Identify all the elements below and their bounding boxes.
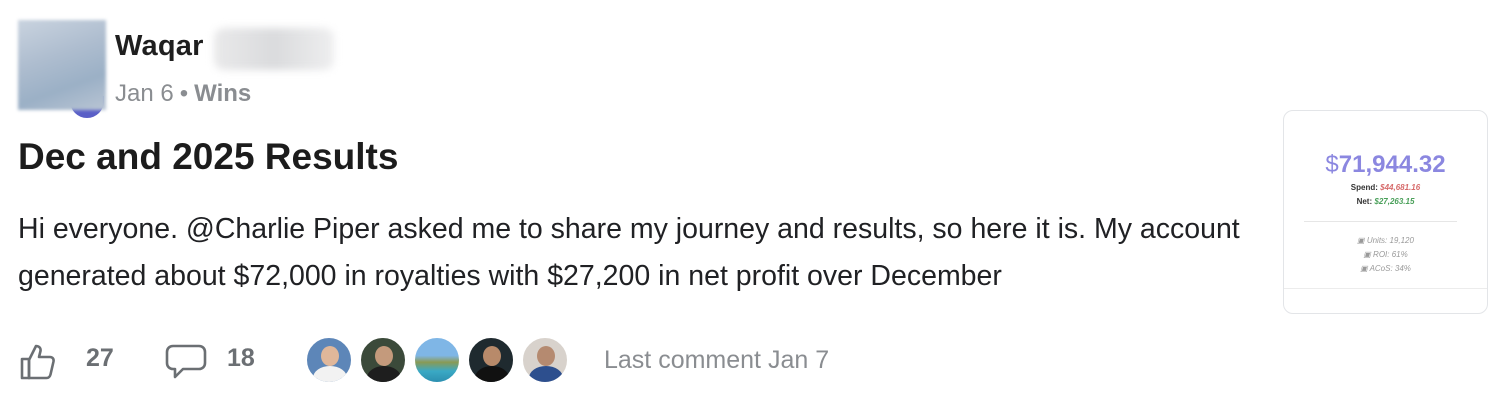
post-excerpt[interactable]: Hi everyone. @Charlie Piper asked me to … <box>18 206 1263 300</box>
thumbnail-roi: ▣ ROI: 61% <box>1363 250 1408 259</box>
thumbnail-units: ▣ Units: 19,120 <box>1357 236 1414 245</box>
author-avatar[interactable] <box>18 20 106 118</box>
commenter-avatar-2[interactable] <box>359 336 407 384</box>
thumbnail-total-value: 71,944.32 <box>1338 151 1446 178</box>
post-date[interactable]: Jan 6 <box>115 80 174 107</box>
units-text: Units: 19,120 <box>1366 236 1414 245</box>
acos-text: ACoS: 34% <box>1369 264 1411 273</box>
roi-text: ROI: 61% <box>1373 250 1408 259</box>
like-count[interactable]: 27 <box>86 344 114 373</box>
last-comment-date[interactable]: Last comment Jan 7 <box>604 346 829 375</box>
net-label: Net: <box>1356 197 1373 206</box>
comment-count[interactable]: 18 <box>227 344 255 373</box>
author-name[interactable]: Waqar <box>115 30 204 63</box>
thumbnail-currency: $ <box>1325 151 1339 178</box>
thumbnail-divider <box>1304 221 1457 222</box>
commenter-avatar-2-head <box>375 346 393 366</box>
thumbnail-net: Net: $27,263.15 <box>1284 197 1487 206</box>
commenter-avatar-1-head <box>321 346 339 366</box>
commenter-avatar-5-body <box>529 366 563 382</box>
thumbnail-total: $71,944.32 <box>1284 151 1487 179</box>
commenter-avatar-5[interactable] <box>521 336 569 384</box>
thumbnail-footer-line <box>1284 288 1487 289</box>
commenter-avatar-4-head <box>483 346 501 366</box>
thumbnail-spend: Spend: $44,681.16 <box>1284 183 1487 192</box>
avatar-image <box>18 20 106 110</box>
post-title[interactable]: Dec and 2025 Results <box>18 136 398 178</box>
net-value: $27,263.15 <box>1374 197 1415 206</box>
post-card[interactable]: Waqar Jan 6 • Wins Dec and 2025 Results Hi… <box>0 0 1512 412</box>
commenter-avatar-5-head <box>537 346 555 366</box>
spend-value: $44,681.16 <box>1380 183 1421 192</box>
thumbs-up-icon[interactable] <box>18 342 58 382</box>
meta-separator: • <box>179 80 189 107</box>
post-thumbnail[interactable]: $71,944.32 Spend: $44,681.16 Net: $27,26… <box>1283 110 1488 314</box>
commenter-avatar-4[interactable] <box>467 336 515 384</box>
spend-label: Spend: <box>1350 183 1378 192</box>
speech-bubble-icon[interactable] <box>165 343 207 381</box>
redacted-surname <box>214 28 334 70</box>
commenter-avatar-4-body <box>475 366 509 382</box>
post-footer: 27 18 Last comment Jan 7 <box>18 336 918 384</box>
commenter-avatar-1-body <box>313 366 347 382</box>
post-meta: Jan 6 • Wins <box>115 80 251 108</box>
thumbnail-acos: ▣ ACoS: 34% <box>1360 264 1411 273</box>
post-category[interactable]: Wins <box>194 80 251 107</box>
commenter-avatar-1[interactable] <box>305 336 353 384</box>
commenter-avatar-2-body <box>367 366 401 382</box>
commenter-avatar-3[interactable] <box>413 336 461 384</box>
